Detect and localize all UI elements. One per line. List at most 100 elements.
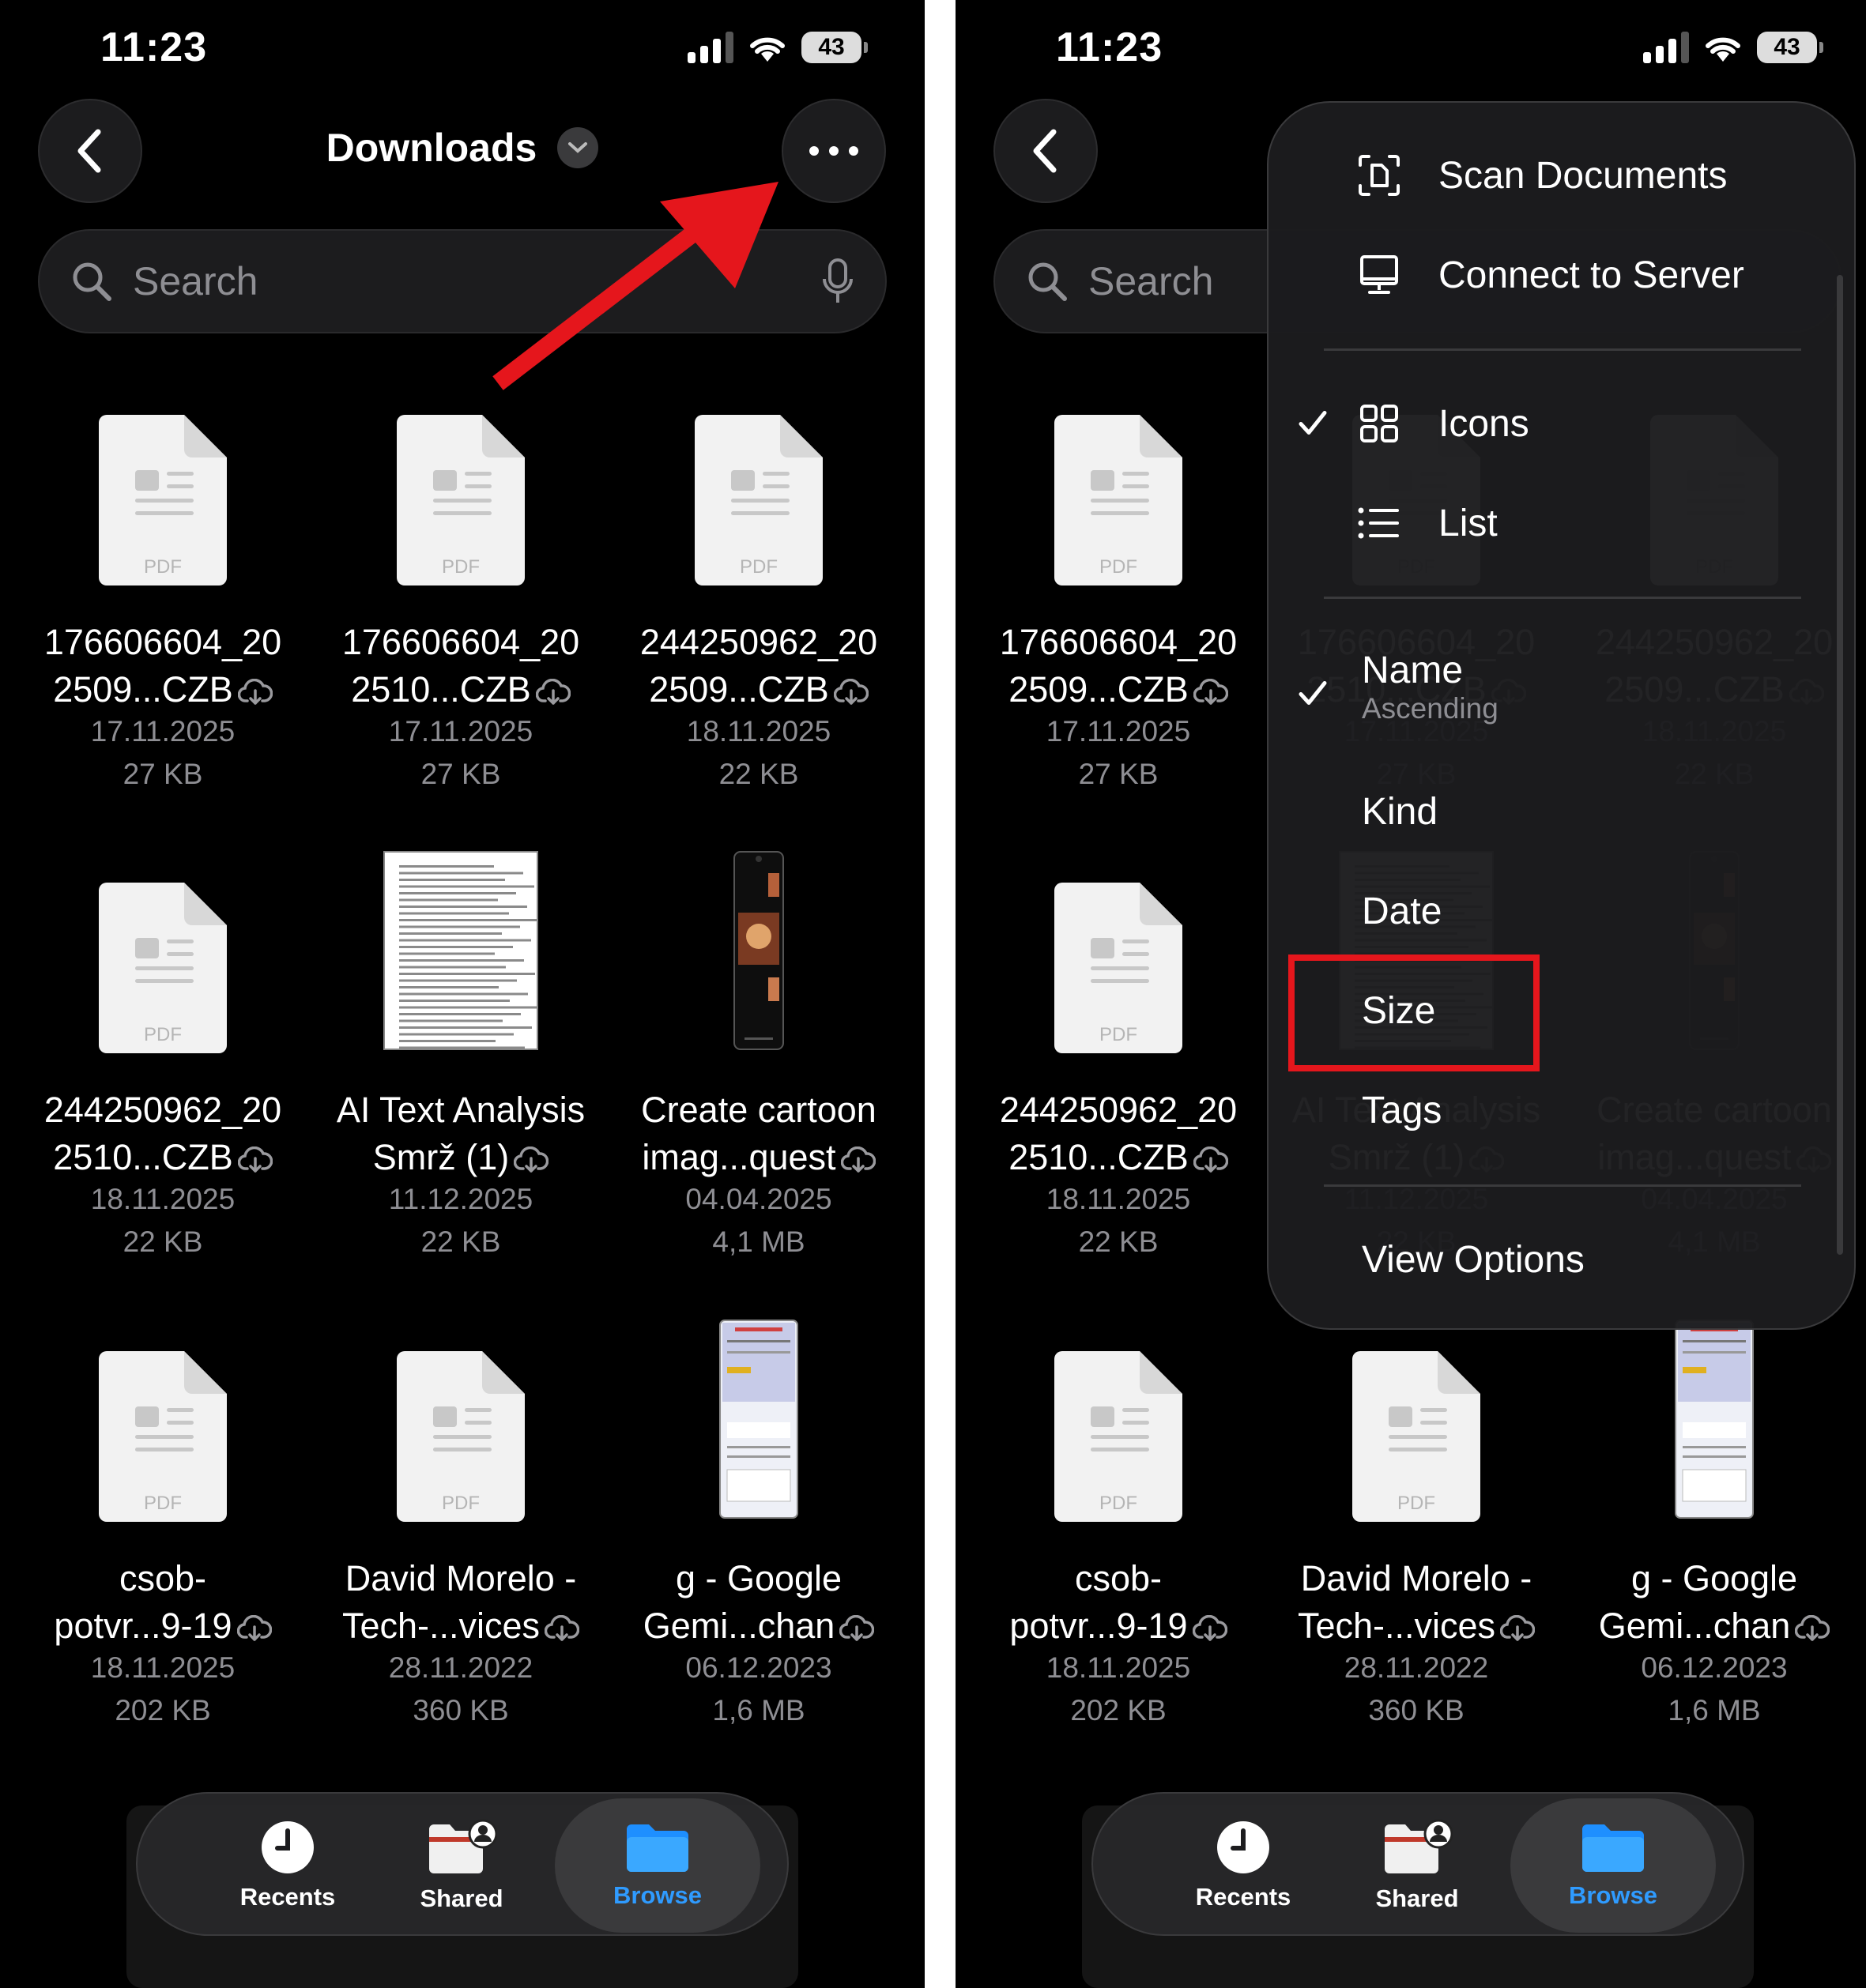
menu-label: Tags <box>1362 1089 1442 1131</box>
menu-label: Icons <box>1438 402 1529 445</box>
file-size: 27 KB <box>123 758 203 790</box>
image-thumbnail <box>733 851 784 1050</box>
cloud-download-icon <box>839 1615 875 1641</box>
wifi-icon <box>1706 37 1740 62</box>
menu-item-sort-name[interactable]: Name Ascending <box>1269 631 1854 725</box>
status-time: 11:23 <box>100 24 208 70</box>
file-name-line-1: 176606604_20 <box>43 622 282 662</box>
file-size: 1,6 MB <box>712 1694 805 1726</box>
list-view-icon <box>1357 501 1401 545</box>
file-type-label: PDF <box>1099 556 1137 578</box>
file-date: 28.11.2022 <box>388 1651 533 1684</box>
file-date: 06.12.2023 <box>1641 1651 1788 1684</box>
microphone-icon[interactable] <box>822 258 854 304</box>
file-name-line-2: 2510...CZB <box>1 1134 325 1181</box>
file-name-line-2: 2510...CZB <box>956 1134 1280 1181</box>
tab-browse[interactable]: Browse <box>555 1798 760 1933</box>
menu-item-sort-date[interactable]: Date <box>1269 872 1854 951</box>
tab-shared[interactable]: Shared <box>359 1794 564 1937</box>
document-thumbnail <box>383 851 538 1050</box>
file-name-line-1: Create cartoon <box>641 1090 876 1130</box>
tab-label: Recents <box>1195 1883 1291 1911</box>
file-name-line-1: g - Google <box>675 1558 843 1598</box>
battery-icon: 43 <box>801 32 868 63</box>
shared-folder-icon <box>429 1819 497 1873</box>
search-icon <box>1028 262 1067 301</box>
menu-separator <box>1324 348 1801 351</box>
file-name-line-1: g - Google <box>1630 1558 1798 1598</box>
file-name-line-1: 244250962_20 <box>639 622 878 662</box>
pdf-file-icon: PDF <box>99 883 227 1053</box>
cloud-download-icon <box>236 1615 272 1641</box>
file-name-line-2: 2509...CZB <box>956 666 1280 713</box>
file-name-line-2: Smrž (1) <box>299 1134 623 1181</box>
chevron-left-icon <box>1033 129 1057 173</box>
webpage-thumbnail <box>1675 1320 1754 1519</box>
file-type-label: PDF <box>442 556 480 578</box>
cloud-download-icon <box>237 679 273 705</box>
menu-item-sort-kind[interactable]: Kind <box>1269 772 1854 851</box>
cloud-download-icon <box>545 1615 580 1641</box>
more-options-button[interactable] <box>782 99 886 203</box>
file-name-line-1: csob- <box>1074 1558 1163 1598</box>
cloud-download-icon <box>840 1146 876 1173</box>
file-date: 17.11.2025 <box>1046 715 1191 747</box>
file-size: 202 KB <box>115 1694 211 1726</box>
file-date: 18.11.2025 <box>1046 1183 1191 1215</box>
cellular-signal-icon <box>1643 32 1689 63</box>
tab-label: Recents <box>239 1883 336 1911</box>
file-date: 11.12.2025 <box>388 1183 533 1215</box>
checkmark-icon <box>1299 402 1327 446</box>
file-type-label: PDF <box>1099 1493 1137 1514</box>
annotation-arrow <box>492 182 778 390</box>
ellipsis-icon <box>809 146 858 156</box>
webpage-thumbnail <box>719 1320 798 1519</box>
chevron-down-icon <box>557 127 599 168</box>
phone-screen-left: 11:23 43 Downloads Search PDF 176606604_2… <box>0 0 925 1988</box>
menu-item-scan-documents[interactable]: Scan Documents <box>1269 136 1854 215</box>
file-type-label: PDF <box>740 556 778 578</box>
checkmark-icon <box>1299 672 1327 716</box>
file-size: 4,1 MB <box>712 1226 805 1258</box>
menu-label: Scan Documents <box>1438 154 1728 197</box>
file-name-line-1: AI Text Analysis <box>336 1090 586 1130</box>
tab-browse[interactable]: Browse <box>1510 1798 1716 1933</box>
cloud-download-icon <box>1795 1615 1830 1641</box>
menu-item-connect-to-server[interactable]: Connect to Server <box>1269 235 1854 314</box>
cloud-download-icon <box>514 1146 549 1173</box>
menu-item-view-options[interactable]: View Options <box>1269 1220 1854 1299</box>
menu-scroll-indicator[interactable] <box>1837 275 1843 1255</box>
tab-bar: Recents Shared Browse <box>1091 1792 1744 1936</box>
file-name-line-2: 2509...CZB <box>1 666 325 713</box>
menu-label: Date <box>1362 890 1442 932</box>
tab-label: Browse <box>613 1881 702 1909</box>
file-date: 28.11.2022 <box>1344 1651 1489 1684</box>
menu-item-list[interactable]: List <box>1269 484 1854 563</box>
folder-icon <box>1582 1824 1644 1872</box>
menu-item-sort-tags[interactable]: Tags <box>1269 1071 1854 1150</box>
file-size: 22 KB <box>1078 1226 1159 1258</box>
file-size: 27 KB <box>1078 758 1159 790</box>
pdf-file-icon: PDF <box>397 415 525 585</box>
file-size: 360 KB <box>413 1694 509 1726</box>
cloud-download-icon <box>1193 679 1228 705</box>
pdf-file-icon: PDF <box>99 415 227 585</box>
pdf-file-icon: PDF <box>99 1351 227 1522</box>
file-size: 27 KB <box>420 758 501 790</box>
pdf-file-icon: PDF <box>1054 415 1182 585</box>
folder-icon <box>627 1824 688 1872</box>
file-name-line-1: 176606604_20 <box>341 622 580 662</box>
file-type-label: PDF <box>1099 1024 1137 1045</box>
cloud-download-icon <box>535 679 571 705</box>
pdf-file-icon: PDF <box>397 1351 525 1522</box>
tab-label: Shared <box>420 1884 503 1912</box>
file-name-line-2: Tech-...vices <box>299 1602 623 1650</box>
back-button[interactable] <box>993 99 1098 203</box>
menu-item-icons[interactable]: Icons <box>1269 384 1854 463</box>
file-date: 18.11.2025 <box>90 1183 236 1215</box>
cloud-download-icon <box>237 1146 273 1173</box>
monitor-icon <box>1357 253 1401 297</box>
shared-folder-icon <box>1385 1819 1453 1873</box>
search-icon <box>73 262 111 301</box>
tab-shared[interactable]: Shared <box>1314 1794 1520 1937</box>
